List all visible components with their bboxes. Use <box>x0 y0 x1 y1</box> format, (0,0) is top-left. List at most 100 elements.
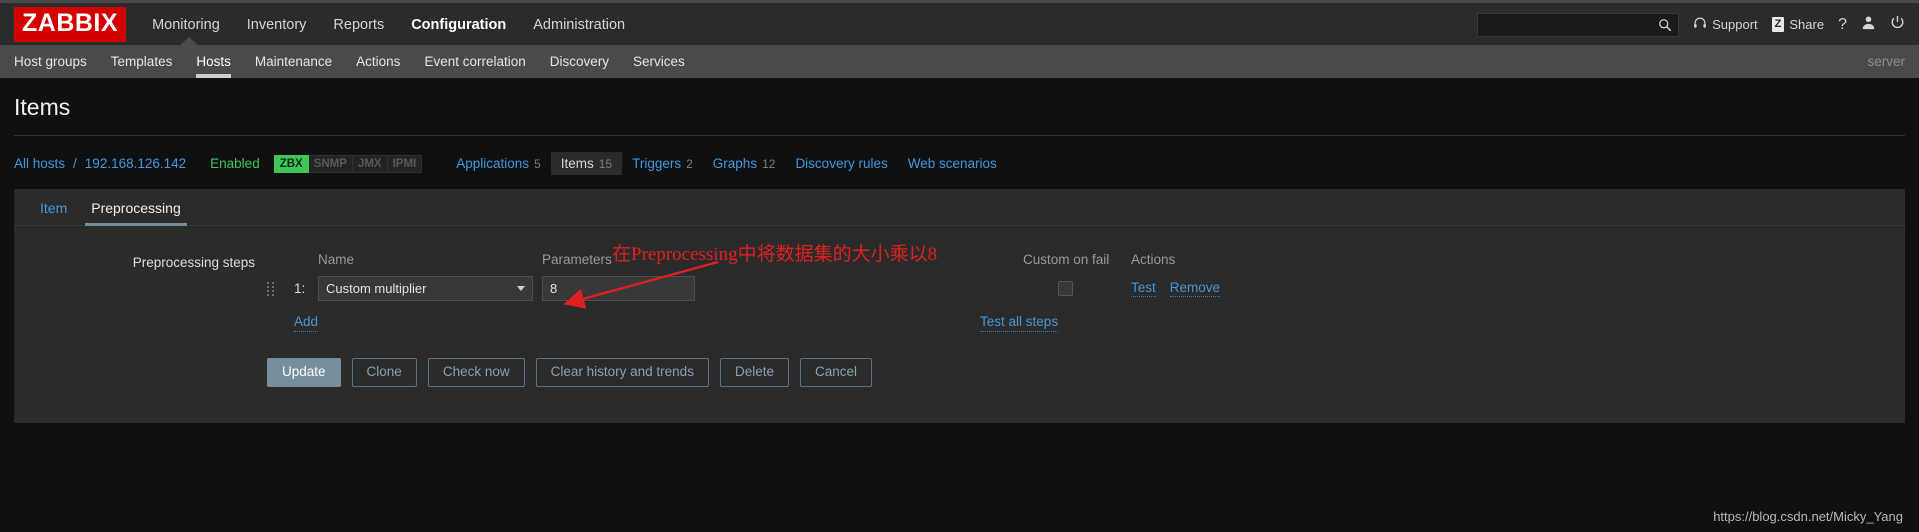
headset-icon <box>1693 16 1707 33</box>
test-all-steps-link[interactable]: Test all steps <box>980 314 1059 332</box>
cancel-button[interactable]: Cancel <box>799 357 873 387</box>
support-label: Support <box>1712 17 1758 32</box>
chevron-down-icon <box>517 286 525 291</box>
column-header-name: Name <box>318 252 355 267</box>
nav-item-administration[interactable]: Administration <box>533 17 625 33</box>
main-navigation: Monitoring Inventory Reports Configurati… <box>152 17 625 33</box>
sub-navigation-items: Host groups Templates Hosts Maintenance … <box>14 45 685 78</box>
crumb-tab-triggers[interactable]: Triggers 2 <box>622 152 703 175</box>
drag-handle-icon[interactable] <box>267 281 294 296</box>
update-button[interactable]: Update <box>267 357 341 387</box>
interface-tag-jmx: JMX <box>352 154 388 173</box>
drag-dots <box>267 281 275 296</box>
search-icon[interactable] <box>1658 18 1672 32</box>
search-input[interactable] <box>1484 16 1659 33</box>
subnav-item-actions[interactable]: Actions <box>356 45 400 78</box>
share-label: Share <box>1789 17 1825 32</box>
nav-item-reports[interactable]: Reports <box>333 17 384 33</box>
crumb-tab-label: Applications <box>456 156 530 171</box>
active-menu-caret <box>180 37 198 45</box>
interface-tag-zbx: ZBX <box>273 154 309 173</box>
remove-step-link[interactable]: Remove <box>1169 280 1221 298</box>
preprocessing-form-body: Preprocessing steps Name Parameters Cust… <box>14 226 1905 387</box>
preprocessing-steps-row: Preprocessing steps Name Parameters Cust… <box>14 252 1905 387</box>
interface-tags: ZBX SNMP JMX IPMI <box>273 154 423 173</box>
column-header-parameters: Parameters <box>542 252 612 267</box>
crumb-tab-label: Web scenarios <box>907 156 997 171</box>
user-icon <box>1861 15 1876 35</box>
subnav-item-discovery[interactable]: Discovery <box>550 45 609 78</box>
breadcrumb-all-hosts[interactable]: All hosts <box>14 156 65 171</box>
steps-table-header: Name Parameters Custom on fail Actions <box>267 252 1905 267</box>
form-action-buttons: Update Clone Check now Clear history and… <box>267 357 1905 387</box>
page-title: Items <box>14 78 1905 136</box>
form-tabs: Item Preprocessing <box>14 189 1905 226</box>
interface-tag-ipmi: IPMI <box>387 154 423 173</box>
clone-button[interactable]: Clone <box>351 357 417 387</box>
subnav-item-services[interactable]: Services <box>633 45 685 78</box>
tab-item[interactable]: Item <box>28 189 79 225</box>
sub-navigation: Host groups Templates Hosts Maintenance … <box>0 37 1919 78</box>
host-object-tabs: Applications 5 Items 15 Triggers 2 Graph… <box>446 152 1007 175</box>
nav-item-inventory[interactable]: Inventory <box>247 17 307 33</box>
custom-on-fail-cell <box>1023 281 1131 296</box>
delete-button[interactable]: Delete <box>719 357 789 387</box>
share-icon: Z <box>1771 17 1785 32</box>
subnav-item-templates[interactable]: Templates <box>111 45 173 78</box>
crumb-tab-count: 15 <box>598 157 613 171</box>
item-form-panel: Item Preprocessing Preprocessing steps N… <box>14 189 1905 423</box>
server-label: server <box>1867 54 1905 69</box>
preprocessing-steps-table: Name Parameters Custom on fail Actions 1… <box>267 252 1905 387</box>
custom-on-fail-checkbox[interactable] <box>1058 281 1073 296</box>
column-header-custom-on-fail: Custom on fail <box>1023 252 1110 267</box>
preprocessing-steps-label: Preprocessing steps <box>132 255 255 270</box>
clear-history-and-trends-button[interactable]: Clear history and trends <box>535 357 709 387</box>
interface-tag-snmp: SNMP <box>308 154 353 173</box>
watermark-text: https://blog.csdn.net/Micky_Yang <box>1713 509 1903 524</box>
steps-footer-row: Add Test all steps <box>267 314 1905 332</box>
crumb-tab-items[interactable]: Items 15 <box>550 152 623 175</box>
zabbix-logo[interactable]: ZABBIX <box>14 7 127 42</box>
table-row: 1: Custom multiplier Test <box>267 276 1905 301</box>
support-link[interactable]: Support <box>1693 16 1758 33</box>
global-search[interactable] <box>1477 12 1680 37</box>
step-number: 1: <box>294 281 306 296</box>
crumb-tab-applications[interactable]: Applications 5 <box>446 152 550 175</box>
crumb-tab-graphs[interactable]: Graphs 12 <box>703 152 786 175</box>
crumb-tab-label: Triggers <box>632 156 682 171</box>
share-link[interactable]: Z Share <box>1771 17 1825 32</box>
breadcrumb-host-name[interactable]: 192.168.126.142 <box>85 156 186 171</box>
check-now-button[interactable]: Check now <box>427 357 525 387</box>
step-parameter-input[interactable] <box>542 276 695 301</box>
subnav-item-host-groups[interactable]: Host groups <box>14 45 87 78</box>
main-header: ZABBIX Monitoring Inventory Reports Conf… <box>0 4 1919 45</box>
subnav-item-event-correlation[interactable]: Event correlation <box>424 45 525 78</box>
crumb-tab-label: Items <box>560 156 594 171</box>
column-header-actions: Actions <box>1131 252 1176 267</box>
crumb-tab-discovery-rules[interactable]: Discovery rules <box>785 152 897 175</box>
step-type-select[interactable]: Custom multiplier <box>318 276 533 301</box>
sign-out-link[interactable] <box>1890 15 1905 35</box>
tab-preprocessing[interactable]: Preprocessing <box>79 189 193 226</box>
host-status-badge[interactable]: Enabled <box>210 156 260 171</box>
row-actions-cell: Test Remove <box>1131 280 1331 298</box>
crumb-tab-count: 12 <box>762 157 776 171</box>
nav-item-monitoring[interactable]: Monitoring <box>152 17 220 33</box>
crumb-tab-count: 5 <box>534 157 541 171</box>
crumb-tab-web-scenarios[interactable]: Web scenarios <box>898 152 1007 175</box>
power-icon <box>1890 15 1905 35</box>
subnav-item-maintenance[interactable]: Maintenance <box>255 45 332 78</box>
crumb-tab-label: Graphs <box>712 156 758 171</box>
breadcrumb: All hosts / 192.168.126.142 Enabled ZBX … <box>14 136 1905 189</box>
user-profile-link[interactable] <box>1861 15 1876 35</box>
nav-item-configuration[interactable]: Configuration <box>411 17 506 33</box>
question-mark-icon: ? <box>1838 15 1847 33</box>
add-step-link[interactable]: Add <box>294 314 319 332</box>
subnav-item-hosts[interactable]: Hosts <box>196 45 231 78</box>
header-right-tools: Support Z Share ? <box>1477 12 1905 37</box>
test-step-link[interactable]: Test <box>1131 280 1156 298</box>
help-link[interactable]: ? <box>1838 16 1847 34</box>
crumb-tab-label: Discovery rules <box>795 156 888 171</box>
page-content: Items All hosts / 192.168.126.142 Enable… <box>0 78 1919 423</box>
crumb-tab-count: 2 <box>686 157 693 171</box>
